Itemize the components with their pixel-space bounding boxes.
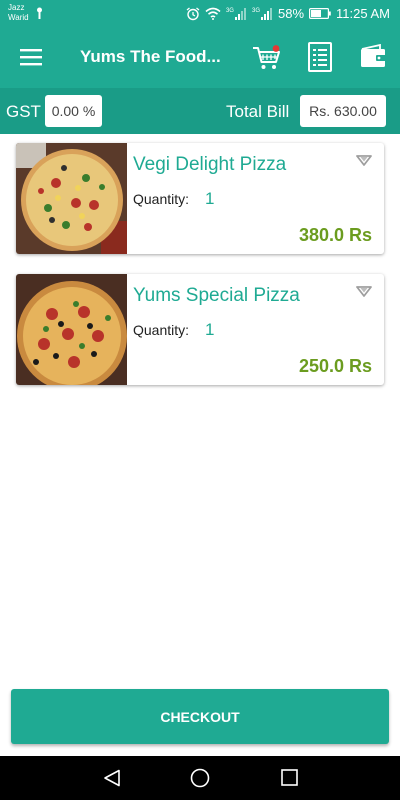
signal-1: 3G xyxy=(225,7,247,20)
item-price: 250.0 Rs xyxy=(298,356,372,376)
cart-screen: Jazz Warid 3G 3G 58% 11:25 AM Yums The F… xyxy=(0,0,400,800)
carrier-name-secondary: Warid xyxy=(8,13,29,22)
network-type: 3G xyxy=(225,7,234,14)
recents-icon[interactable] xyxy=(281,769,298,786)
home-icon[interactable] xyxy=(190,768,210,788)
battery-percent: 58% xyxy=(278,6,305,21)
item-price: 380.0 Rs xyxy=(298,225,372,245)
carrier-info: Jazz Warid xyxy=(8,3,29,23)
back-icon[interactable] xyxy=(103,769,121,787)
signal-2: 3G xyxy=(251,7,273,20)
navigation-bar xyxy=(0,756,400,800)
wallet-icon[interactable] xyxy=(360,44,386,68)
cart-icon[interactable] xyxy=(252,44,282,72)
status-icons: 3G 3G 58% 11:25 AM xyxy=(186,6,390,21)
signal-icon xyxy=(261,7,272,20)
bill-icon[interactable] xyxy=(308,42,332,72)
cart-badge-dot xyxy=(272,45,280,52)
total-bill-value: Rs. 630.00 xyxy=(300,95,386,127)
app-bar: Yums The Food... xyxy=(0,28,400,88)
total-bill-label: Total Bill xyxy=(226,102,290,121)
wifi-icon xyxy=(205,7,221,20)
menu-icon[interactable] xyxy=(20,48,42,66)
signal-icon xyxy=(234,7,246,20)
gst-label: GST xyxy=(6,102,41,121)
cart-item-card[interactable]: Vegi Delight Pizza Quantity: 1 380.0 Rs xyxy=(16,143,384,254)
carrier-name: Jazz xyxy=(8,3,25,12)
item-name: Yums Special Pizza xyxy=(133,285,300,306)
bill-summary-bar: GST 0.00 % Total Bill Rs. 630.00 xyxy=(0,88,400,134)
checkout-button[interactable]: CHECKOUT xyxy=(11,689,389,744)
vegi-pizza-image xyxy=(16,143,127,254)
network-type-secondary: 3G xyxy=(251,7,260,14)
quantity-value: 1 xyxy=(205,189,215,208)
dropdown-icon[interactable] xyxy=(356,155,372,166)
clock: 11:25 AM xyxy=(336,6,390,21)
status-bar: Jazz Warid 3G 3G 58% 11:25 AM xyxy=(0,0,400,28)
battery-icon xyxy=(309,8,331,19)
app-title: Yums The Food... xyxy=(80,47,221,66)
cart-list: Vegi Delight Pizza Quantity: 1 380.0 Rs xyxy=(16,143,385,405)
quantity-value: 1 xyxy=(205,320,215,339)
quantity-label: Quantity: xyxy=(133,191,190,207)
lock-icon xyxy=(37,7,42,19)
alarm-icon xyxy=(186,6,200,20)
gst-value: 0.00 % xyxy=(45,95,102,127)
special-pizza-image xyxy=(16,274,127,385)
item-name: Vegi Delight Pizza xyxy=(133,154,287,175)
dropdown-icon[interactable] xyxy=(356,286,372,297)
quantity-label: Quantity: xyxy=(133,322,190,338)
cart-item-card[interactable]: Yums Special Pizza Quantity: 1 250.0 Rs xyxy=(16,274,384,385)
